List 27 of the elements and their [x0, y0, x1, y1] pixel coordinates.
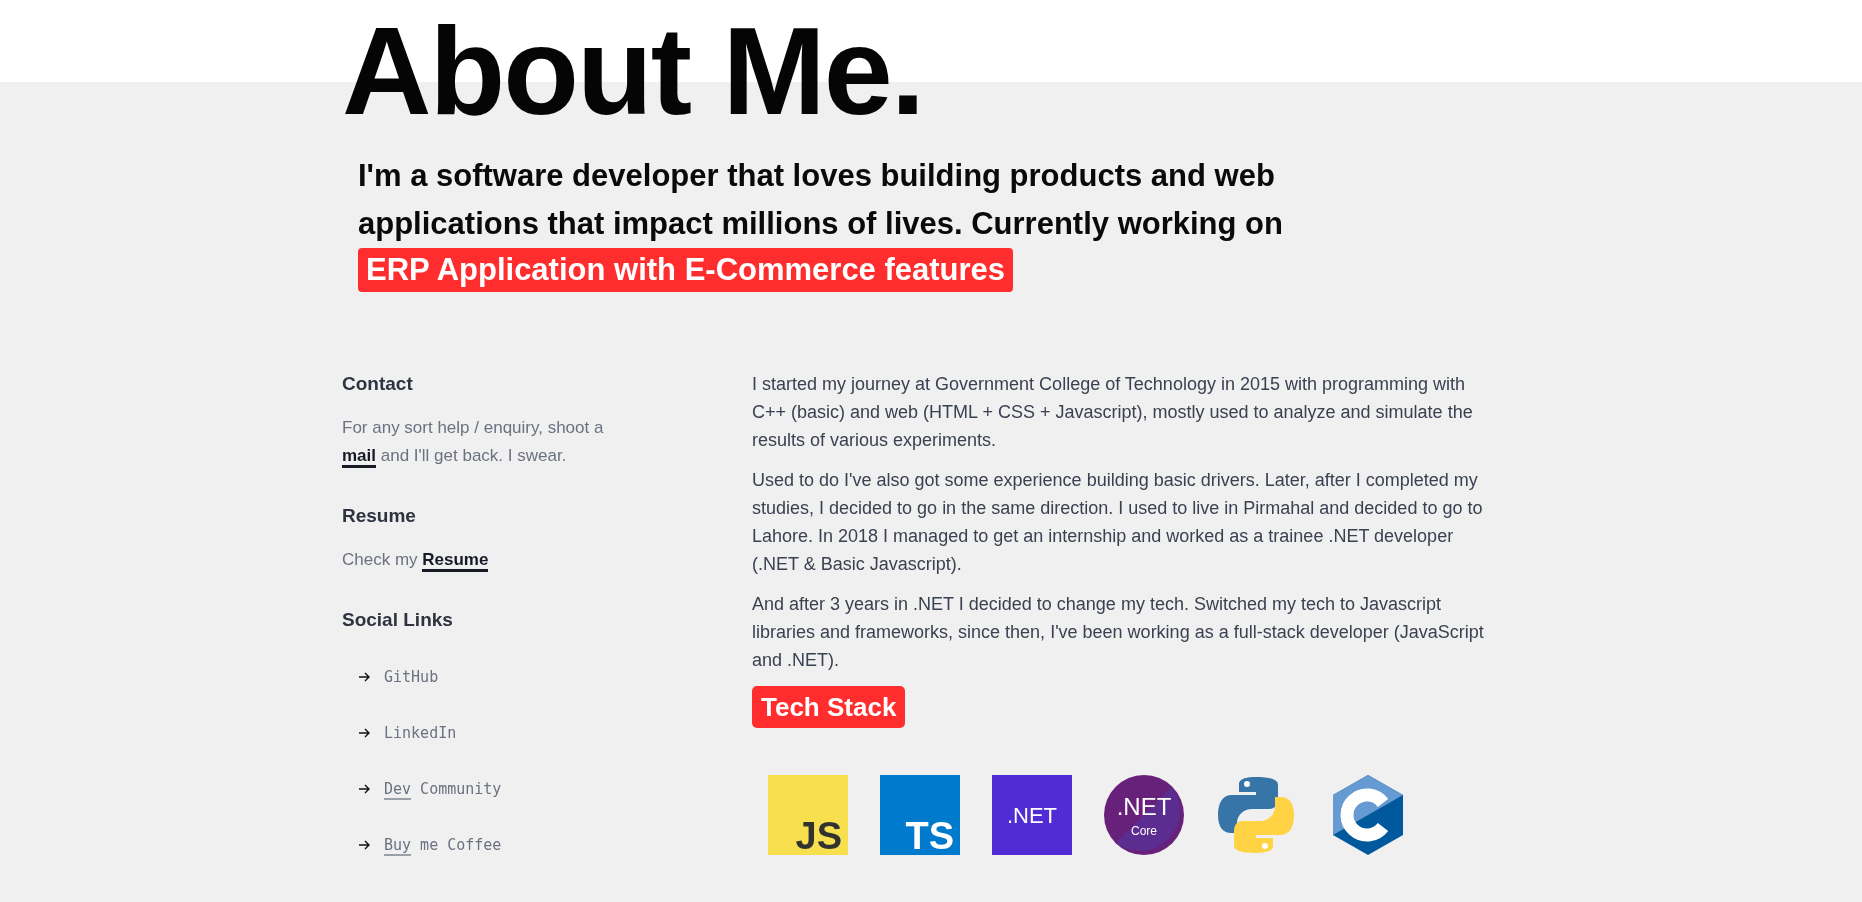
- section-heading: Contact: [342, 372, 414, 397]
- tech-stack-heading: Tech Stack: [752, 686, 906, 729]
- js-logo-icon: JS: [768, 775, 848, 856]
- section-heading: Social Links: [342, 608, 454, 633]
- page-title: About Me.: [342, 1, 925, 135]
- dotnet-core-logo-icon: .NET Core: [1104, 775, 1184, 856]
- intro-text: I'm a software developer that loves building products and web applications that impact millions of lives. Currently working on: [358, 157, 1284, 244]
- arrow-icon: [358, 784, 370, 795]
- dotnet-logo-icon: .NET: [992, 775, 1072, 856]
- about-paragraph: Used to do I've also got some experience building basic drivers. Later, after I completed my studies, I decided to go in the same direction. I used to live in Pirmahal and decided to go to Lahore. In 2018 I managed to get an internship and worked as a trainee .NET developer (.NET & Basic Javascript).: [752, 469, 1484, 577]
- resume-link[interactable]: Resume: [422, 550, 489, 573]
- social-link[interactable]: Dev Community: [384, 778, 502, 801]
- social-link[interactable]: GitHub: [384, 666, 439, 689]
- ts-logo-icon: TS: [880, 775, 960, 856]
- arrow-icon: [358, 840, 370, 851]
- mail-link[interactable]: mail: [342, 446, 377, 469]
- resume-text: Check my Resume: [342, 546, 642, 575]
- highlight-badge: ERP Application with E-Commerce features: [358, 248, 1014, 293]
- section-heading: Resume: [342, 504, 417, 529]
- python-logo-icon: [1216, 775, 1296, 856]
- social-link[interactable]: LinkedIn: [384, 722, 457, 745]
- about-paragraph: And after 3 years in .NET I decided to change my tech. Switched my tech to Javascript libraries and frameworks, since then, I've been working as a full-stack developer (JavaScript and .NET).: [752, 593, 1485, 673]
- about-paragraph: I started my journey at Government College of Technology in 2015 with programming with C++ (basic) and web (HTML + CSS + Javascript), mostly used to analyze and simulate the results of various experiments.: [752, 373, 1474, 453]
- arrow-icon: [358, 672, 370, 683]
- contact-text: For any sort help / enquiry, shoot a mail and I'll get back. I swear.: [342, 414, 642, 471]
- arrow-icon: [358, 728, 370, 739]
- social-link[interactable]: Buy me Coffee: [384, 834, 502, 857]
